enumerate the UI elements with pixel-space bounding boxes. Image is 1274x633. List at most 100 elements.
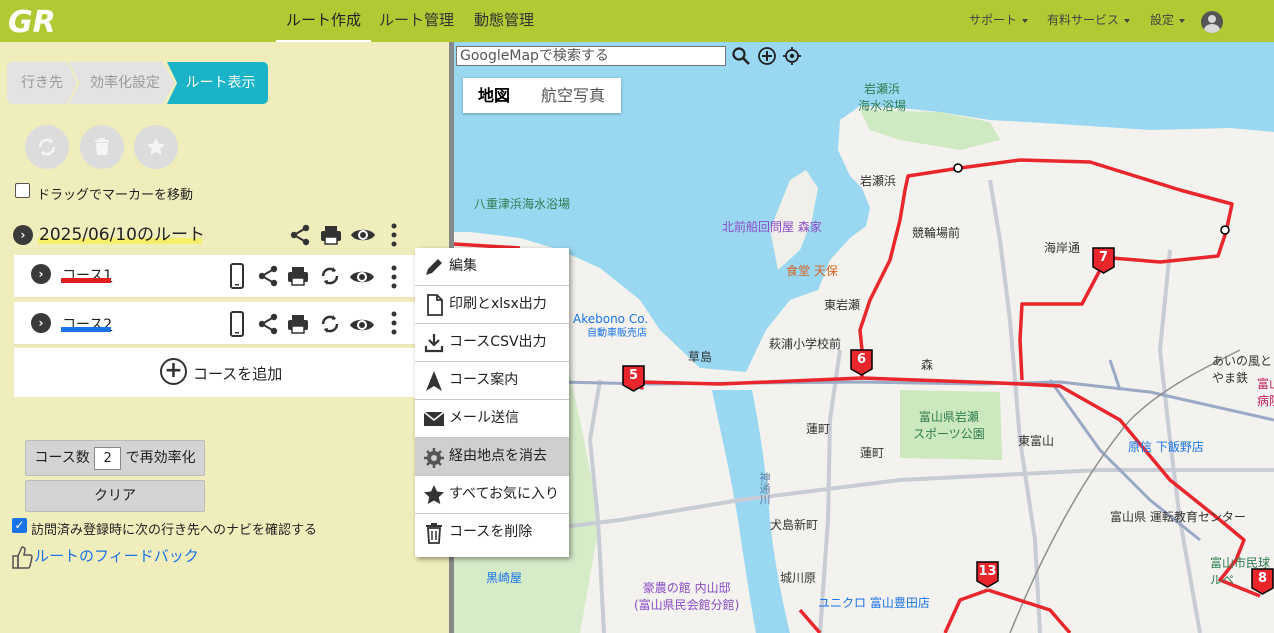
print-icon[interactable] xyxy=(286,264,310,288)
menu-send-mail[interactable]: メール送信 xyxy=(415,400,569,438)
refresh-button[interactable] xyxy=(25,125,69,169)
paid-service-menu[interactable]: 有料サービス xyxy=(1047,0,1131,42)
star-icon xyxy=(147,138,165,155)
tab-route-manage[interactable]: ルート管理 xyxy=(379,0,454,42)
map-label-jinzu: 神通川 xyxy=(758,472,771,505)
more-vertical-icon[interactable] xyxy=(389,264,399,290)
course-expand-icon[interactable]: › xyxy=(31,313,51,333)
map-label-morike: 北前船回問屋 森家 xyxy=(722,220,822,234)
route-marker[interactable]: 6 xyxy=(850,349,873,376)
map-label-hagiura: 萩浦小学校前 xyxy=(769,337,842,351)
map-type-map[interactable]: 地図 xyxy=(463,78,525,113)
zoom-in-icon[interactable] xyxy=(757,46,777,66)
drag-marker-label: ドラッグでマーカーを移動 xyxy=(37,188,194,203)
paid-service-label: 有料サービス xyxy=(1047,13,1120,27)
share-icon[interactable] xyxy=(257,265,279,287)
map-canvas xyxy=(454,42,1274,633)
mail-icon xyxy=(423,411,445,426)
star-icon xyxy=(424,485,444,505)
left-panel: 行き先 効率化設定 ルート表示 ドラッグでマーカーを移動 › 2025/06/1… xyxy=(0,42,449,633)
settings-menu[interactable]: 設定 xyxy=(1150,0,1186,42)
support-label: サポート xyxy=(969,13,1018,27)
favorite-button[interactable] xyxy=(134,125,178,169)
menu-navigation[interactable]: コース案内 xyxy=(415,362,569,400)
search-icon[interactable] xyxy=(731,46,751,66)
clear-button[interactable]: クリア xyxy=(25,480,205,512)
drag-marker-checkbox[interactable] xyxy=(15,183,30,198)
navigation-icon xyxy=(426,371,442,391)
map-label-kusajima: 草島 xyxy=(688,350,713,364)
print-icon[interactable] xyxy=(319,223,343,247)
settings-label: 設定 xyxy=(1150,13,1175,27)
map-label-higashi-toyama: 東富山 xyxy=(1018,434,1055,448)
map-label-kurosakiya: 黒崎屋 xyxy=(486,571,523,585)
map-label-beach2: 八重津浜海水浴場 xyxy=(474,197,571,211)
step-route-display[interactable]: ルート表示 xyxy=(167,62,268,104)
map-label-unten: 富山県 運転教育センター xyxy=(1110,510,1246,524)
course-color-bar xyxy=(61,278,111,283)
map-label-higashi-iwase: 東岩瀬 xyxy=(824,298,861,312)
mobile-icon[interactable] xyxy=(229,263,245,289)
top-navigation-bar: GR ルート作成 ルート管理 動態管理 サポート 有料サービス 設定 xyxy=(0,0,1274,42)
map-label-beach: 岩瀬浜 海水浴場 xyxy=(858,82,907,113)
course-count-input[interactable]: 2 xyxy=(94,446,122,470)
step-destination[interactable]: 行き先 xyxy=(7,62,77,104)
eye-icon[interactable] xyxy=(349,267,375,287)
route-marker[interactable]: 8 xyxy=(1251,568,1274,595)
refresh-icon xyxy=(38,138,56,156)
route-expand-icon[interactable]: › xyxy=(13,225,33,245)
eye-icon[interactable] xyxy=(349,315,375,335)
map-label-shokudo: 食堂 天保 xyxy=(786,264,838,278)
menu-print-xlsx-label: 印刷とxlsx出力 xyxy=(449,296,547,312)
add-course-button[interactable]: + コースを追加 xyxy=(14,348,418,397)
menu-print-xlsx[interactable]: 印刷とxlsx出力 xyxy=(415,286,569,324)
route-title: 2025/06/10のルート xyxy=(39,225,205,245)
menu-favorite-all-label: すべてお気に入り xyxy=(449,486,560,502)
marker-number: 8 xyxy=(1257,571,1268,586)
more-vertical-icon[interactable] xyxy=(389,222,399,248)
menu-csv-export[interactable]: コースCSV出力 xyxy=(415,324,569,362)
route-marker[interactable]: 13 xyxy=(976,561,999,588)
share-icon[interactable] xyxy=(257,313,279,335)
menu-edit-label: 編集 xyxy=(449,258,477,274)
share-icon[interactable] xyxy=(289,224,311,246)
current-location-icon[interactable] xyxy=(782,46,802,66)
download-icon xyxy=(424,334,444,353)
map-type-satellite[interactable]: 航空写真 xyxy=(525,78,621,113)
reoptimize-suffix: で再効率化 xyxy=(125,450,196,466)
menu-favorite-all[interactable]: すべてお気に入り xyxy=(415,476,569,514)
step-optimization[interactable]: 効率化設定 xyxy=(69,62,175,104)
eye-icon[interactable] xyxy=(350,225,376,245)
support-menu[interactable]: サポート xyxy=(969,0,1029,42)
marker-number: 6 xyxy=(856,352,867,367)
user-avatar-icon[interactable] xyxy=(1201,11,1223,33)
route-feedback-link[interactable]: ルートのフィードバック xyxy=(34,545,199,566)
tab-tracking[interactable]: 動態管理 xyxy=(474,0,534,42)
chevron-down-icon xyxy=(1179,18,1186,23)
sync-icon[interactable] xyxy=(318,312,342,336)
route-marker[interactable]: 7 xyxy=(1092,247,1115,274)
menu-csv-export-label: コースCSV出力 xyxy=(449,334,547,350)
menu-delete-course-label: コースを削除 xyxy=(449,524,533,540)
sync-icon[interactable] xyxy=(318,264,342,288)
chevron-down-icon xyxy=(1022,18,1029,23)
route-marker[interactable]: 5 xyxy=(622,365,645,392)
mobile-icon[interactable] xyxy=(229,311,245,337)
print-icon[interactable] xyxy=(286,312,310,336)
menu-clear-waypoints[interactable]: 経由地点を消去 xyxy=(415,438,569,476)
map-search-input[interactable]: GoogleMapで検索する xyxy=(456,46,726,66)
visit-confirm-label: 訪問済み登録時に次の行き先へのナビを確認する xyxy=(31,523,318,538)
marker-number: 5 xyxy=(628,368,639,383)
tab-route-create[interactable]: ルート作成 xyxy=(276,0,371,42)
course-expand-icon[interactable]: › xyxy=(31,264,51,284)
delete-button[interactable] xyxy=(80,125,124,169)
plus-circle-icon: + xyxy=(160,358,187,385)
menu-edit[interactable]: 編集 xyxy=(415,248,569,286)
more-vertical-icon[interactable] xyxy=(389,310,399,336)
visit-confirm-checkbox[interactable]: ✓ xyxy=(12,518,27,533)
menu-delete-course[interactable]: コースを削除 xyxy=(415,514,569,552)
trash-icon xyxy=(426,523,442,544)
reoptimize-button[interactable]: コース数 2 で再効率化 xyxy=(25,440,205,476)
gr-logo[interactable]: GR xyxy=(6,4,74,38)
map-area[interactable]: 岩瀬浜 海水浴場 八重津浜海水浴場 北前船回問屋 森家 岩瀬浜 競輪場前 食堂 … xyxy=(454,42,1274,633)
